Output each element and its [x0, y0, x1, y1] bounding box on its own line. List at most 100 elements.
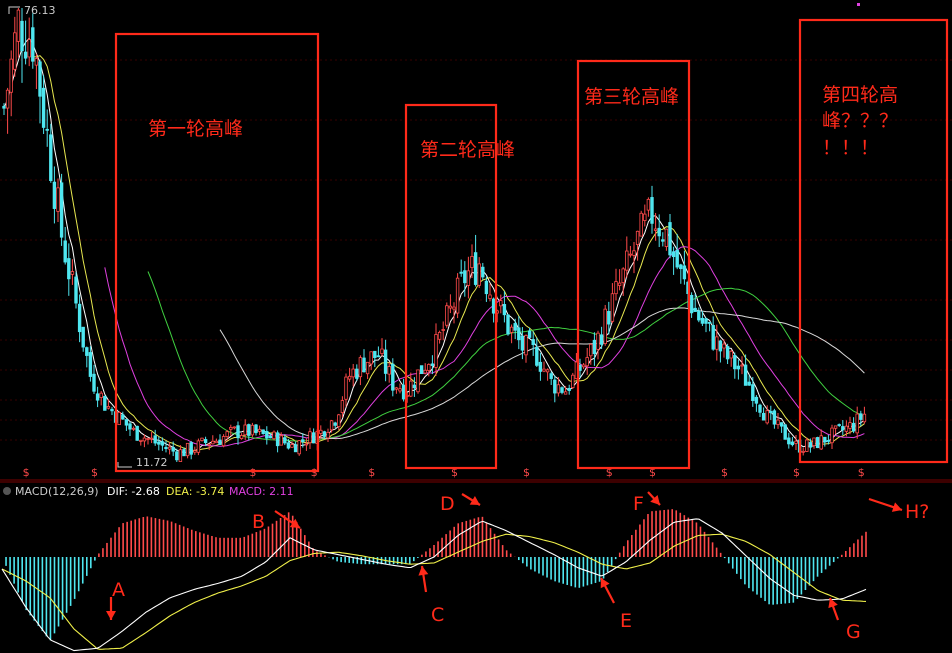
candle-body [193, 450, 197, 453]
candle-body [740, 364, 744, 367]
candle-body [167, 446, 172, 450]
candle-body [211, 440, 215, 445]
candle-body [326, 432, 330, 439]
candle-body [178, 449, 183, 462]
candle-body [689, 294, 694, 314]
candle-body [855, 413, 859, 434]
candle-body [819, 435, 823, 450]
marker-g: G [846, 621, 861, 643]
candle-body [106, 406, 111, 409]
macd-indicator-name[interactable]: MACD(12,26,9) [15, 485, 99, 498]
candle-body [9, 58, 13, 93]
candle-body [776, 419, 780, 425]
candle-body [614, 281, 618, 295]
candle-body [725, 346, 730, 360]
candle-body [189, 442, 193, 455]
candle-body [20, 20, 24, 52]
candle-body [383, 349, 388, 374]
candle-body [34, 58, 39, 66]
candle-body [560, 387, 564, 393]
event-marker: $ [311, 466, 318, 479]
candle-body [81, 326, 85, 348]
peak-label-2: 第二轮高峰 [420, 139, 515, 161]
candle-body [380, 348, 384, 355]
candle-body [355, 368, 359, 379]
candle-body [491, 298, 496, 314]
low-price-leader [117, 462, 132, 468]
candle-body [268, 435, 273, 439]
candle-body [275, 432, 280, 447]
candle-body [290, 444, 294, 448]
candle-body [351, 368, 355, 378]
candle-body [711, 325, 715, 350]
candle-body [56, 187, 60, 212]
candle-body [128, 423, 132, 430]
candle-body [599, 334, 604, 345]
top-dot [857, 3, 860, 6]
candle-body [808, 442, 813, 448]
candle-body [643, 213, 647, 221]
candle-body [682, 265, 687, 280]
candle-body [135, 425, 139, 441]
candle-body [157, 441, 161, 445]
candle-body [394, 387, 399, 390]
candle-body [409, 380, 413, 397]
candle-body [617, 282, 622, 286]
event-marker: $ [23, 466, 30, 479]
marker-e: E [620, 610, 632, 632]
candle-body [502, 304, 507, 316]
candle-body [801, 450, 805, 453]
candle-body [743, 364, 748, 386]
candle-body [859, 413, 863, 420]
indicator-toggle-icon[interactable] [3, 487, 11, 495]
candle-body [488, 294, 492, 299]
candle-body [610, 293, 615, 322]
candle-body [434, 334, 438, 368]
candle-body [581, 364, 586, 368]
candle-body [707, 321, 712, 324]
candle-body [535, 346, 539, 366]
candle-body [524, 335, 528, 356]
candle-body [333, 422, 337, 426]
candle-body [437, 331, 442, 340]
candle-body [297, 440, 301, 455]
candle-body [175, 451, 179, 461]
candle-body [761, 412, 766, 421]
high-price-label: 76.13 [24, 4, 56, 17]
candle-body [95, 393, 100, 401]
candle-body [632, 250, 636, 256]
candle-body [23, 51, 28, 59]
candle-body [304, 443, 309, 446]
candle-body [70, 271, 75, 275]
macd-dif-value: DIF: -2.68 [107, 485, 160, 498]
candle-body [419, 365, 424, 375]
arrow-a-head [106, 611, 116, 620]
candle-body [841, 426, 845, 431]
candle-body [812, 437, 816, 447]
candle-body [347, 375, 352, 380]
candle-body [160, 441, 165, 446]
candle-body [452, 306, 456, 310]
candle-body [261, 429, 265, 435]
candle-body [232, 426, 237, 429]
candle-body [387, 366, 391, 375]
event-marker: $ [91, 466, 98, 479]
event-marker: $ [523, 466, 530, 479]
candle-body [823, 436, 827, 443]
candle-body [639, 212, 643, 237]
candle-body [311, 432, 316, 444]
candle-body [455, 277, 460, 314]
peak-label-4-line2: 峰？？？ [822, 110, 898, 132]
candle-body [92, 373, 96, 392]
candle-body [571, 374, 575, 388]
candle-body [848, 422, 852, 429]
candle-body [124, 419, 129, 426]
candle-body [527, 330, 532, 338]
candle-body [121, 414, 125, 420]
candle-body [67, 258, 71, 280]
candle-body [329, 420, 334, 431]
candle-body [49, 134, 53, 181]
candle-body [589, 343, 593, 357]
candle-body [142, 437, 147, 442]
candle-body [31, 27, 35, 62]
